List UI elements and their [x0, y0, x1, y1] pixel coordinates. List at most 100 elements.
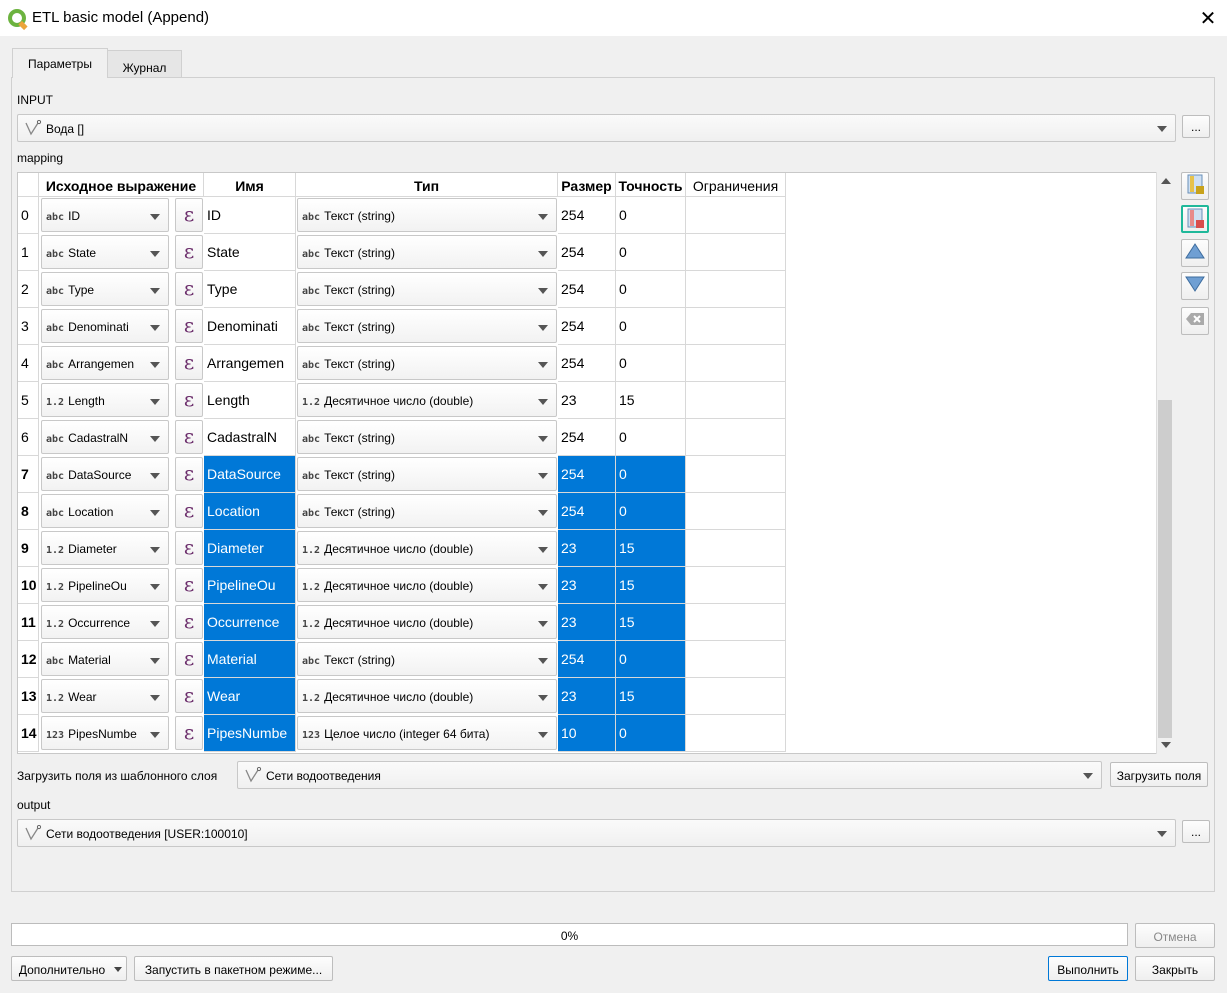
- header-source-expression[interactable]: Исходное выражение: [39, 173, 204, 197]
- field-constraints-cell[interactable]: [686, 382, 786, 419]
- field-constraints-cell[interactable]: [686, 641, 786, 678]
- field-type-combo[interactable]: 1.2 Десятичное число (double): [297, 531, 557, 565]
- field-size-cell[interactable]: 23: [558, 604, 616, 641]
- field-name-cell[interactable]: Material: [204, 641, 296, 678]
- field-constraints-cell[interactable]: [686, 567, 786, 604]
- row-number[interactable]: 3: [18, 308, 39, 345]
- field-type-combo[interactable]: abc Текст (string): [297, 198, 557, 232]
- field-name-cell[interactable]: Length: [204, 382, 296, 419]
- field-precision-cell[interactable]: 15: [616, 604, 686, 641]
- source-expression-combo[interactable]: 1.2 Wear: [41, 679, 169, 713]
- expression-epsilon-button[interactable]: ε: [175, 346, 203, 380]
- source-expression-combo[interactable]: abc Arrangemen: [41, 346, 169, 380]
- header-constraints[interactable]: Ограничения: [686, 173, 786, 197]
- table-vertical-scrollbar[interactable]: [1156, 172, 1173, 754]
- source-expression-combo[interactable]: abc Location: [41, 494, 169, 528]
- header-name[interactable]: Имя: [204, 173, 296, 197]
- field-type-combo[interactable]: 1.2 Десятичное число (double): [297, 383, 557, 417]
- field-size-cell[interactable]: 254: [558, 271, 616, 308]
- field-size-cell[interactable]: 254: [558, 345, 616, 382]
- field-size-cell[interactable]: 23: [558, 678, 616, 715]
- close-icon[interactable]: ✕: [1196, 6, 1220, 31]
- field-precision-cell[interactable]: 0: [616, 641, 686, 678]
- source-expression-combo[interactable]: abc CadastralN: [41, 420, 169, 454]
- field-size-cell[interactable]: 254: [558, 419, 616, 456]
- header-type[interactable]: Тип: [296, 173, 558, 197]
- field-size-cell[interactable]: 254: [558, 308, 616, 345]
- batch-mode-button[interactable]: Запустить в пакетном режиме...: [134, 956, 333, 981]
- field-precision-cell[interactable]: 0: [616, 308, 686, 345]
- field-type-combo[interactable]: 123 Целое число (integer 64 бита): [297, 716, 557, 750]
- field-name-cell[interactable]: Arrangemen: [204, 345, 296, 382]
- field-precision-cell[interactable]: 0: [616, 345, 686, 382]
- output-more-button[interactable]: ...: [1182, 820, 1210, 843]
- field-name-cell[interactable]: Occurrence: [204, 604, 296, 641]
- field-constraints-cell[interactable]: [686, 493, 786, 530]
- field-type-combo[interactable]: abc Текст (string): [297, 235, 557, 269]
- expression-epsilon-button[interactable]: ε: [175, 420, 203, 454]
- output-layer-combo[interactable]: Сети водоотведения [USER:100010]: [17, 819, 1176, 847]
- row-number[interactable]: 13: [18, 678, 39, 715]
- expression-epsilon-button[interactable]: ε: [175, 235, 203, 269]
- expression-epsilon-button[interactable]: ε: [175, 568, 203, 602]
- source-expression-combo[interactable]: 1.2 PipelineOu: [41, 568, 169, 602]
- expression-epsilon-button[interactable]: ε: [175, 383, 203, 417]
- expression-epsilon-button[interactable]: ε: [175, 457, 203, 491]
- advanced-button[interactable]: Дополнительно: [11, 956, 127, 981]
- field-constraints-cell[interactable]: [686, 197, 786, 234]
- field-size-cell[interactable]: 10: [558, 715, 616, 752]
- scrollbar-thumb[interactable]: [1158, 400, 1172, 738]
- row-number[interactable]: 0: [18, 197, 39, 234]
- field-precision-cell[interactable]: 0: [616, 456, 686, 493]
- source-expression-combo[interactable]: abc State: [41, 235, 169, 269]
- expression-epsilon-button[interactable]: ε: [175, 642, 203, 676]
- field-constraints-cell[interactable]: [686, 604, 786, 641]
- field-constraints-cell[interactable]: [686, 530, 786, 567]
- scroll-down-icon[interactable]: [1161, 742, 1171, 748]
- scroll-up-icon[interactable]: [1161, 178, 1171, 184]
- field-size-cell[interactable]: 254: [558, 234, 616, 271]
- source-expression-combo[interactable]: 123 PipesNumbe: [41, 716, 169, 750]
- delete-field-button[interactable]: [1181, 205, 1209, 233]
- field-type-combo[interactable]: abc Текст (string): [297, 494, 557, 528]
- source-expression-combo[interactable]: 1.2 Length: [41, 383, 169, 417]
- field-size-cell[interactable]: 23: [558, 567, 616, 604]
- row-number[interactable]: 10: [18, 567, 39, 604]
- field-name-cell[interactable]: Location: [204, 493, 296, 530]
- source-expression-combo[interactable]: abc Material: [41, 642, 169, 676]
- field-type-combo[interactable]: 1.2 Десятичное число (double): [297, 679, 557, 713]
- field-name-cell[interactable]: State: [204, 234, 296, 271]
- source-expression-combo[interactable]: abc DataSource: [41, 457, 169, 491]
- field-precision-cell[interactable]: 0: [616, 419, 686, 456]
- row-number[interactable]: 1: [18, 234, 39, 271]
- move-up-button[interactable]: [1181, 239, 1209, 267]
- row-number[interactable]: 11: [18, 604, 39, 641]
- source-expression-combo[interactable]: abc ID: [41, 198, 169, 232]
- expression-epsilon-button[interactable]: ε: [175, 716, 203, 750]
- field-precision-cell[interactable]: 0: [616, 271, 686, 308]
- expression-epsilon-button[interactable]: ε: [175, 198, 203, 232]
- field-precision-cell[interactable]: 0: [616, 493, 686, 530]
- row-number[interactable]: 14: [18, 715, 39, 752]
- field-size-cell[interactable]: 23: [558, 530, 616, 567]
- move-down-button[interactable]: [1181, 272, 1209, 300]
- expression-epsilon-button[interactable]: ε: [175, 679, 203, 713]
- field-size-cell[interactable]: 254: [558, 493, 616, 530]
- close-button[interactable]: Закрыть: [1135, 956, 1215, 981]
- field-type-combo[interactable]: abc Текст (string): [297, 272, 557, 306]
- load-fields-button[interactable]: Загрузить поля: [1110, 762, 1208, 787]
- field-precision-cell[interactable]: 15: [616, 530, 686, 567]
- tab-log[interactable]: Журнал: [107, 50, 182, 77]
- input-layer-combo[interactable]: Вода []: [17, 114, 1176, 142]
- expression-epsilon-button[interactable]: ε: [175, 605, 203, 639]
- field-constraints-cell[interactable]: [686, 345, 786, 382]
- field-size-cell[interactable]: 254: [558, 197, 616, 234]
- field-type-combo[interactable]: abc Текст (string): [297, 642, 557, 676]
- field-type-combo[interactable]: abc Текст (string): [297, 420, 557, 454]
- row-number[interactable]: 6: [18, 419, 39, 456]
- header-size[interactable]: Размер: [558, 173, 616, 197]
- field-name-cell[interactable]: Type: [204, 271, 296, 308]
- field-size-cell[interactable]: 23: [558, 382, 616, 419]
- field-constraints-cell[interactable]: [686, 456, 786, 493]
- field-precision-cell[interactable]: 15: [616, 567, 686, 604]
